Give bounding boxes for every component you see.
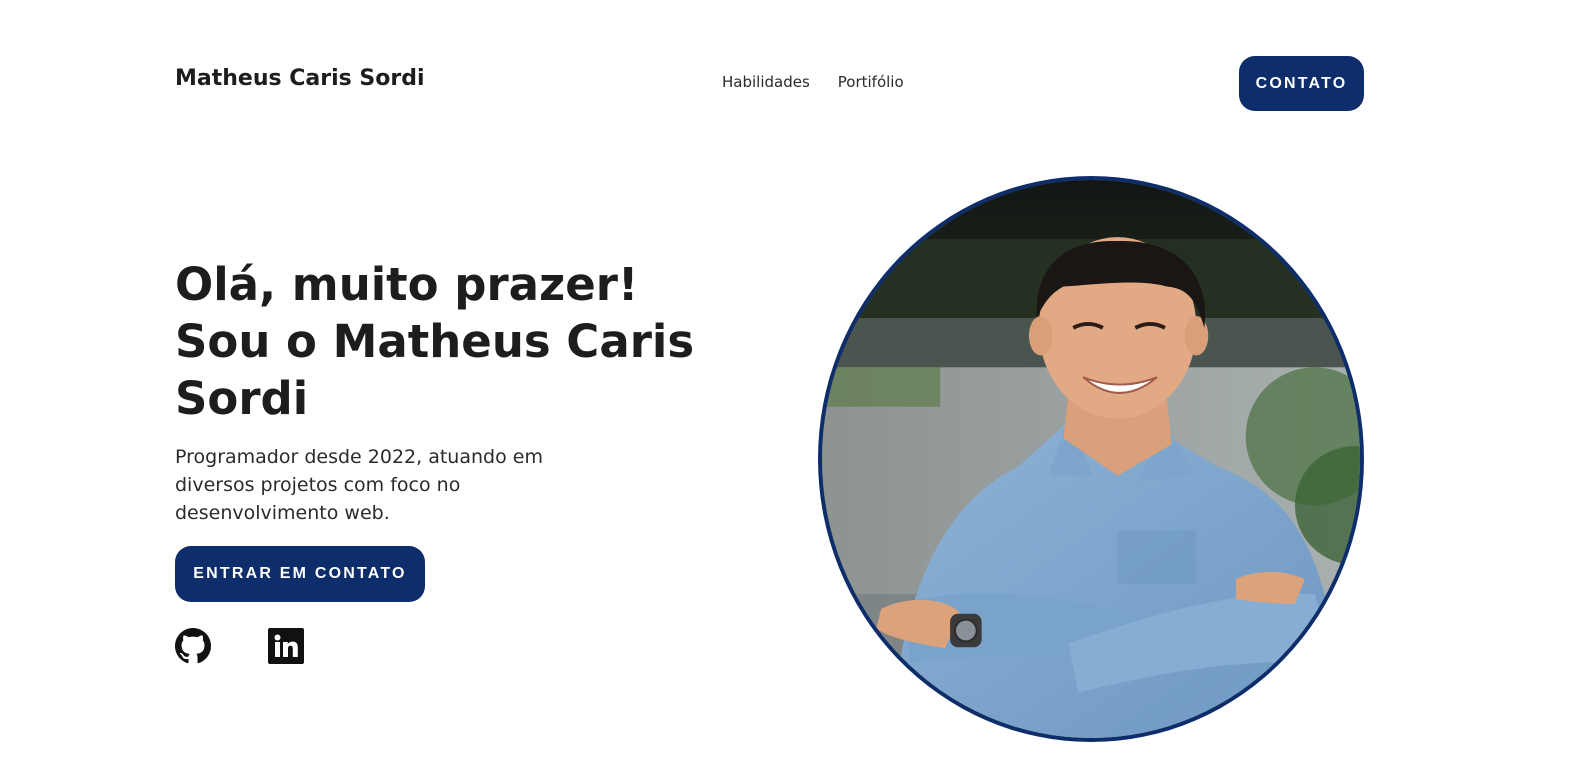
enter-contact-button[interactable]: ENTRAR EM CONTATO: [175, 546, 425, 602]
hero-description: Programador desde 2022, atuando em diver…: [175, 446, 543, 524]
hero-title-line: Sou o Matheus Caris: [175, 315, 695, 368]
hero-title: Olá, muito prazer! Sou o Matheus Caris S…: [175, 256, 735, 427]
github-icon[interactable]: [175, 628, 211, 664]
main-nav: Habilidades Portifólio: [722, 73, 904, 91]
landing-page: Matheus Caris Sordi Habilidades Portifól…: [0, 0, 1576, 773]
linkedin-icon[interactable]: [268, 628, 304, 664]
nav-link-habilidades[interactable]: Habilidades: [722, 73, 810, 91]
profile-photo: [818, 176, 1364, 742]
social-links: [175, 628, 304, 664]
nav-link-portifolio[interactable]: Portifólio: [838, 73, 904, 91]
hero-title-line: Sordi: [175, 372, 309, 425]
hero-title-line: Olá, muito prazer!: [175, 258, 639, 311]
brand-name[interactable]: Matheus Caris Sordi: [175, 66, 425, 91]
contact-button[interactable]: CONTATO: [1239, 56, 1364, 111]
